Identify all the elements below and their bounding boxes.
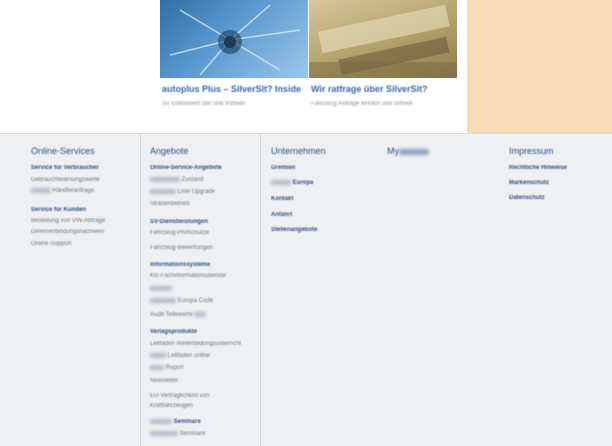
footer-link[interactable]: Seminare: [150, 431, 205, 437]
footer-link[interactable]: [150, 286, 172, 292]
footer-link[interactable]: Stellenangebote: [271, 227, 317, 233]
footer-link[interactable]: Leitfaden online: [150, 353, 210, 359]
footer-col-my: My: [378, 134, 498, 446]
footer-link[interactable]: Fahrzeug-Bewertungen: [150, 245, 213, 251]
footer-link[interactable]: Direktverbindungsnachweis: [31, 229, 104, 235]
footer-link-label: Seminare: [179, 431, 206, 438]
footer-link[interactable]: Kfz-Fachinformationsdienste: [150, 273, 226, 279]
footer-link[interactable]: Bestellung von VIN-Abfrage: [31, 218, 105, 224]
footer-link[interactable]: Gebrauchtwarnungswerte: [31, 177, 100, 183]
footer-link[interactable]: SV-Dienstleistungen: [150, 219, 208, 225]
footer-col-angebote: Angebote Online-Service-Angebote Zustand…: [140, 134, 260, 446]
footer-link[interactable]: Fahrzeug-Prüfschutze: [150, 230, 209, 236]
footer-link-label: Leitfaden online: [167, 353, 211, 360]
footer-link-label: Report: [165, 365, 184, 372]
footer-link-label: Audit-Teilewerte: [150, 312, 193, 319]
footer-heading: Impressum: [509, 146, 554, 156]
footer-link[interactable]: Verlagsprodukte: [150, 329, 197, 335]
footer-heading: Online-Services: [31, 146, 95, 156]
footer-link-label: Europa Code: [177, 298, 214, 305]
card-title[interactable]: autoplus Plus – SilverSit? Inside: [162, 84, 307, 94]
footer-col-unternehmen: Unternehmen Gremien Europa Kontakt Anfah…: [260, 134, 378, 446]
footer-link[interactable]: Leitfaden Weiterbildungsunterricht: [150, 341, 241, 347]
footer-link-label: Europa: [292, 180, 314, 187]
footer-link[interactable]: Service für Kunden: [31, 207, 86, 213]
teaser-card-2[interactable]: Wir ratfrage über SilverSit? Fahrzeug-An…: [309, 0, 457, 133]
footer-link-label: Händleranfrage: [52, 188, 95, 195]
footer-link[interactable]: Liste Upgrade: [150, 189, 215, 195]
card-title[interactable]: Wir ratfrage über SilverSit?: [311, 84, 456, 94]
footer-link[interactable]: Service für Verbraucher: [31, 165, 99, 171]
footer-link[interactable]: Datenschutz: [509, 195, 545, 201]
footer-link[interactable]: Zustand: [150, 177, 203, 183]
footer-link-label: Zustand: [181, 177, 204, 184]
footer-link[interactable]: Newsletter: [150, 378, 178, 384]
footer-link[interactable]: Online-Service-Angebote: [150, 165, 222, 171]
footer-link[interactable]: Europa Code: [150, 298, 213, 304]
card-subtitle: So funktioniert das und Vorteile: [162, 101, 246, 107]
footer-heading[interactable]: My: [387, 146, 429, 156]
footer-link[interactable]: EU-Verträglichkeit von: [150, 393, 209, 399]
footer-link[interactable]: Rechtliche Hinweise: [509, 165, 567, 171]
vin-plate-image[interactable]: [309, 0, 457, 78]
footer-heading: Unternehmen: [271, 146, 326, 156]
footer-link[interactable]: Straßenbetrieb: [150, 201, 190, 207]
footer-link[interactable]: Kontakt: [271, 196, 293, 202]
footer-link[interactable]: Audit-Teilewerte: [150, 312, 207, 319]
footer-link[interactable]: Markenschutz: [509, 180, 549, 186]
footer-link[interactable]: Kraftfahrzeugen: [150, 403, 193, 409]
footer-link[interactable]: Report: [150, 365, 184, 371]
footer-heading: Angebote: [150, 146, 189, 156]
footer-col-online-services: Online-Services Service für Verbraucher …: [0, 134, 140, 446]
content-area: autoplus Plus – SilverSit? Inside So fun…: [0, 0, 612, 133]
promo-panel: [467, 0, 612, 133]
broken-glass-image[interactable]: [160, 0, 308, 78]
footer-link[interactable]: Händleranfrage: [31, 188, 94, 194]
footer-link[interactable]: Online-Support: [31, 241, 71, 247]
footer-heading-label: My: [387, 146, 399, 156]
footer-navigation: Online-Services Service für Verbraucher …: [0, 133, 612, 446]
card-subtitle: Fahrzeug-Anfrage einfach und schnell: [311, 101, 413, 107]
footer-link-label: Seminare: [173, 419, 201, 426]
footer-col-impressum: Impressum Rechtliche Hinweise Markenschu…: [498, 134, 612, 446]
footer-link-label: Liste Upgrade: [177, 189, 216, 196]
footer-link[interactable]: Seminare: [150, 419, 201, 425]
footer-link[interactable]: Anfahrt: [271, 212, 292, 218]
footer-link[interactable]: Informationssysteme: [150, 262, 210, 268]
footer-link[interactable]: Europa: [271, 180, 313, 186]
teaser-card-1[interactable]: autoplus Plus – SilverSit? Inside So fun…: [160, 0, 308, 133]
footer-link[interactable]: Gremien: [271, 165, 295, 171]
